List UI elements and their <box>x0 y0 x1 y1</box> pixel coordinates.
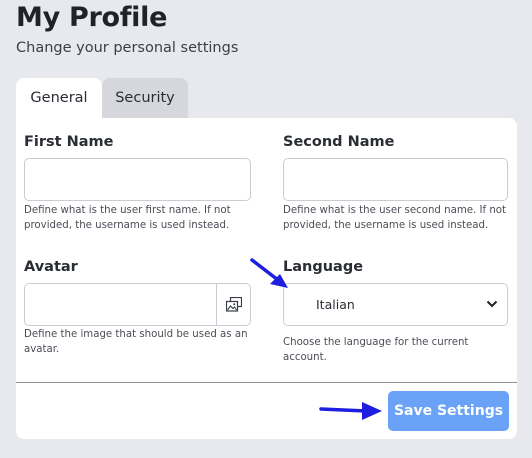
save-settings-button[interactable]: Save Settings <box>388 391 509 431</box>
annotation-arrow-save <box>319 402 382 420</box>
second-name-input[interactable] <box>283 158 508 201</box>
page-subtitle: Change your personal settings <box>16 40 239 56</box>
tab-security[interactable]: Security <box>102 78 188 120</box>
language-label: Language <box>283 259 364 275</box>
footer-divider <box>16 382 517 383</box>
avatar-picker-button[interactable] <box>216 284 250 325</box>
page-title: My Profile <box>16 2 168 33</box>
avatar-help: Define the image that should be used as … <box>24 329 248 355</box>
language-help: Choose the language for the current acco… <box>283 337 469 363</box>
chevron-down-icon <box>486 300 498 308</box>
first-name-label: First Name <box>24 134 114 150</box>
language-selected-value: Italian <box>316 297 355 312</box>
avatar-input[interactable] <box>24 283 251 326</box>
second-name-label: Second Name <box>283 134 395 150</box>
first-name-help: Define what is the user first name. If n… <box>24 205 231 231</box>
annotation-arrow-language <box>250 258 288 288</box>
avatar-label: Avatar <box>24 259 78 275</box>
profile-page: My Profile Change your personal settings… <box>0 0 532 458</box>
first-name-input[interactable] <box>24 158 251 201</box>
image-picker-icon <box>225 297 242 312</box>
second-name-help: Define what is the user second name. If … <box>283 205 507 231</box>
language-select[interactable]: Italian <box>283 283 508 326</box>
tab-general[interactable]: General <box>16 78 102 120</box>
